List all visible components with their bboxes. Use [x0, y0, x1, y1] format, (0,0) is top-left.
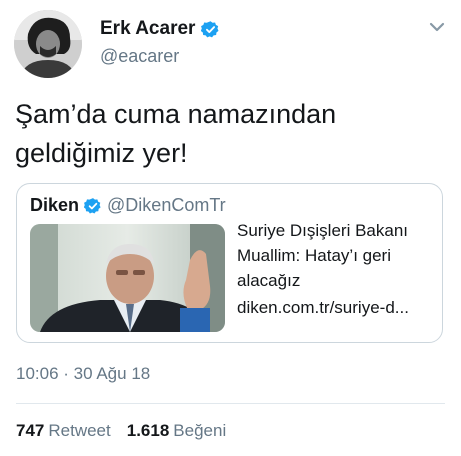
card-source-handle: @DikenComTr: [107, 195, 226, 215]
chevron-down-icon[interactable]: [426, 16, 448, 38]
verified-badge-icon: [201, 20, 219, 37]
avatar[interactable]: [14, 10, 82, 78]
tweet-timestamp[interactable]: 10:06 · 30 Ağu 18: [16, 364, 150, 384]
card-title[interactable]: Suriye Dışişleri Bakanı Muallim: Hatay’ı…: [237, 218, 437, 293]
author-name[interactable]: Erk Acarer: [100, 18, 195, 40]
card-source-name: Diken: [30, 195, 80, 215]
avatar-image: [14, 10, 82, 78]
engagement-stats: 747 Retweet 1.618 Beğeni: [16, 421, 226, 441]
likes-label: Beğeni: [173, 421, 227, 440]
tweet-text: Şam’da cuma namazından geldiğimiz yer!: [15, 95, 435, 173]
verified-badge-icon: [84, 197, 101, 213]
likes-count: 1.618: [126, 421, 170, 440]
retweets-label: Retweet: [48, 421, 111, 440]
card-thumbnail[interactable]: [30, 224, 225, 332]
card-source: Diken @DikenComTr: [30, 195, 226, 216]
card-link[interactable]: diken.com.tr/suriye-d...: [237, 295, 437, 320]
author-handle[interactable]: @eacarer: [100, 46, 179, 67]
likes-stat[interactable]: 1.618 Beğeni: [127, 421, 226, 441]
retweets-count: 747: [16, 421, 45, 440]
quoted-link-card[interactable]: Diken @DikenComTr Suriye Dışişleri Bakan…: [16, 183, 443, 343]
author-name-row[interactable]: Erk Acarer: [100, 18, 220, 40]
tweet-text-line: geldiğimiz yer!: [15, 138, 188, 168]
tweet-text-line: Şam’da cuma namazından: [15, 99, 337, 129]
retweets-stat[interactable]: 747 Retweet: [16, 421, 111, 441]
divider: [16, 403, 445, 404]
card-thumbnail-image: [30, 224, 225, 332]
